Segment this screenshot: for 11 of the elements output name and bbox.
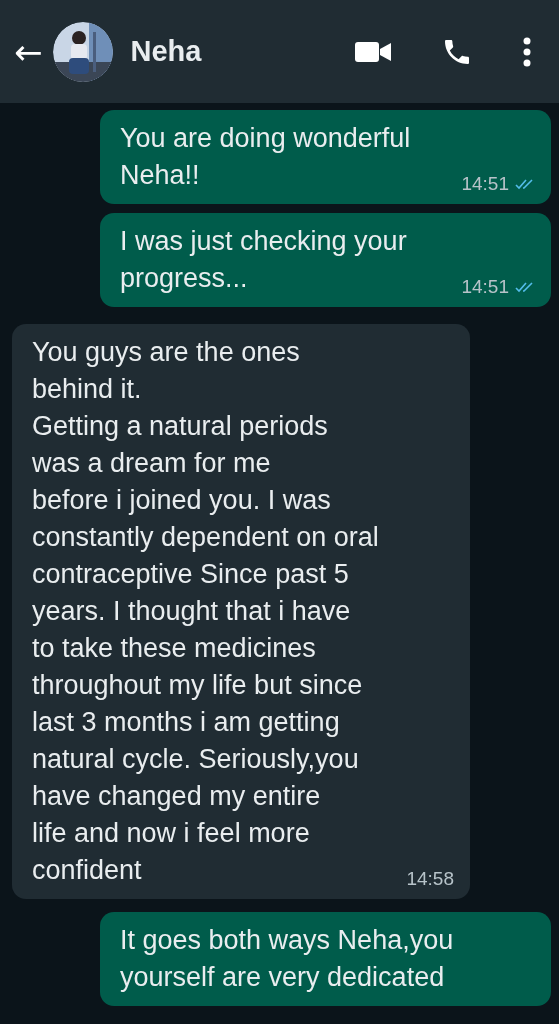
more-options-icon[interactable]	[523, 36, 531, 67]
message-text: It goes both ways Neha,you yourself are very dedicated	[120, 924, 454, 994]
message-text: You guys are the ones behind it. Getting a natural periods was a dream for me before i joined you. I was constantly dependent on oral contraceptive Since past 5 years. I thought that i have to take these medicines throughout my life but since last 3 months i am getting natural cycle. Seriously,you have changed my entire life and now i feel more confident	[32, 336, 379, 887]
message-time: 14:51	[461, 172, 509, 196]
message-time: 14:51	[461, 275, 509, 299]
message-text: I was just checking your progress...	[120, 225, 407, 295]
back-button[interactable]: ←	[10, 31, 47, 72]
message-text: You are doing wonderful Neha!!	[120, 122, 411, 192]
message-time: 14:58	[406, 867, 454, 891]
video-camera-icon[interactable]	[355, 39, 391, 64]
contact-name[interactable]: Neha	[130, 35, 202, 68]
